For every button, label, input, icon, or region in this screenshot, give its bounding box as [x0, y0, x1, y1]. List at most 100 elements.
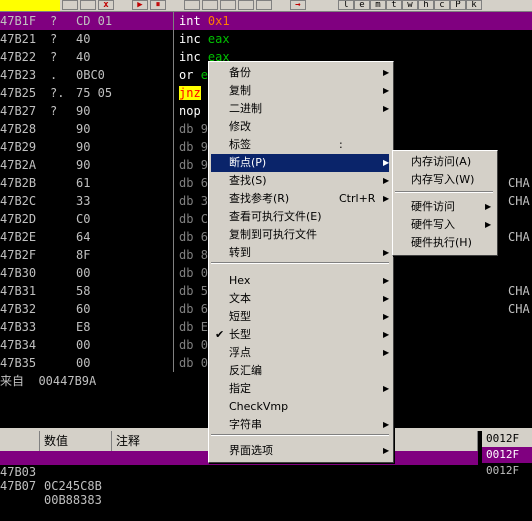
cpu-window-icon[interactable]: c	[434, 0, 450, 10]
menu-item[interactable]: 复制 ▶	[211, 82, 389, 100]
menu-item[interactable]: 转到 ▶	[211, 244, 389, 262]
submenu-item[interactable]: 硬件访问 ▶	[395, 198, 493, 216]
asm-operand: 6	[200, 230, 208, 244]
row-comment: CHA	[508, 302, 530, 316]
close-icon[interactable]: x	[98, 0, 114, 10]
submenu-item-label: 硬件写入	[411, 218, 455, 231]
register-row: 0012F	[482, 431, 532, 447]
step-into-icon[interactable]	[184, 0, 200, 10]
row-hex: 60	[76, 302, 91, 316]
row-hex: C0	[76, 212, 91, 226]
disasm-row[interactable]: 47B21? 40 inc eax	[0, 30, 532, 48]
row-hex: 64	[76, 230, 91, 244]
asm-mnemonic: int	[179, 14, 201, 28]
header-address[interactable]	[0, 431, 40, 451]
row-address: 47B31	[0, 284, 37, 298]
menu-item[interactable]: CheckVmp	[211, 398, 389, 416]
asm-mnemonic: inc	[179, 32, 201, 46]
asm-operand: 8	[200, 248, 208, 262]
submenu-item[interactable]: 硬件写入 ▶	[395, 216, 493, 234]
asm-operand: 3	[200, 194, 208, 208]
run-icon[interactable]: ▶	[132, 0, 148, 10]
stack-row[interactable]: 47B07 00B88383	[0, 465, 478, 507]
column-separator	[173, 210, 174, 228]
threads-window-icon[interactable]: t	[386, 0, 402, 10]
trace-over-icon[interactable]	[238, 0, 254, 10]
register-row: 0012F	[482, 447, 532, 463]
menu-item[interactable]: 备份 ▶	[211, 64, 389, 82]
asm-operand: 9	[200, 122, 208, 136]
asm-operand: 0	[200, 338, 208, 352]
menu-item[interactable]: 字符串 ▶	[211, 416, 389, 434]
row-marker: ?	[50, 14, 58, 28]
register-pane[interactable]: 0012F 0012F 0012F	[482, 431, 532, 479]
menu-item[interactable]: 查找(S) ▶	[211, 172, 389, 190]
menu-item[interactable]: 浮点 ▶	[211, 344, 389, 362]
submenu-item[interactable]: 硬件执行(H)	[395, 234, 493, 252]
menu-item[interactable]: 指定 ▶	[211, 380, 389, 398]
menu-item[interactable]: 复制到可执行文件	[211, 226, 389, 244]
menu-item[interactable]: 文本 ▶	[211, 290, 389, 308]
submenu-item-label: 内存访问(A)	[411, 155, 472, 168]
menu-separator	[211, 262, 389, 264]
row-hex: 58	[76, 284, 91, 298]
submenu-item[interactable]: 内存写入(W)	[395, 171, 493, 189]
menu-item[interactable]: 查找参考(R) Ctrl+R ▶	[211, 190, 389, 208]
trace-into-icon[interactable]	[220, 0, 236, 10]
column-separator	[173, 12, 174, 30]
handles-window-icon[interactable]: h	[418, 0, 434, 10]
pause-icon[interactable]: ⏸	[150, 0, 166, 10]
submenu-arrow-icon: ▶	[383, 276, 390, 285]
step-over-icon[interactable]	[202, 0, 218, 10]
column-separator	[173, 66, 174, 84]
menu-item-shortcut: Ctrl+R	[339, 192, 376, 205]
submenu-arrow-icon: ▶	[383, 348, 390, 357]
header-value[interactable]: 数值	[40, 431, 112, 451]
asm-mnemonic: db	[179, 356, 194, 370]
stack-row-address: 47B07	[0, 479, 37, 493]
row-disassembly: db 6	[179, 174, 208, 192]
row-hex: 8F	[76, 248, 91, 262]
asm-operand: 0	[200, 266, 208, 280]
stack-row-value: 00B88383	[44, 493, 102, 507]
asm-operand: E	[200, 320, 208, 334]
disasm-row[interactable]: 47B1F? CD 01 int 0x1	[0, 12, 532, 30]
menu-item-label: 二进制	[229, 102, 262, 115]
row-hex: 00	[76, 266, 91, 280]
patches-window-icon[interactable]: P	[450, 0, 466, 10]
modules-window-icon[interactable]: e	[354, 0, 370, 10]
rewind-icon[interactable]	[80, 0, 96, 10]
menu-item-label: Hex	[229, 274, 251, 287]
open-icon[interactable]	[62, 0, 78, 10]
go-to-icon[interactable]: →	[290, 0, 306, 10]
row-address: 47B22	[0, 50, 37, 64]
execute-till-return-icon[interactable]	[256, 0, 272, 10]
column-separator	[173, 120, 174, 138]
windows-window-icon[interactable]: w	[402, 0, 418, 10]
row-address: 47B2E	[0, 230, 37, 244]
submenu-arrow-icon: ▶	[485, 202, 492, 211]
menu-item[interactable]: Hex ▶	[211, 272, 389, 290]
row-address: 47B2B	[0, 176, 37, 190]
memory-window-icon[interactable]: m	[370, 0, 386, 10]
menu-item[interactable]: 修改	[211, 118, 389, 136]
menu-item[interactable]: 反汇编	[211, 362, 389, 380]
menu-item[interactable]: 查看可执行文件(E)	[211, 208, 389, 226]
menu-item[interactable]: 标签:	[211, 136, 389, 154]
column-separator	[173, 264, 174, 282]
log-window-icon[interactable]: l	[338, 0, 354, 10]
menu-item[interactable]: 断点(P) ▶	[211, 154, 389, 172]
row-comment: CHA	[508, 176, 530, 190]
call-stack-window-icon[interactable]: k	[466, 0, 482, 10]
row-disassembly: nop	[179, 102, 208, 120]
menu-item[interactable]: 短型 ▶	[211, 308, 389, 326]
submenu-item[interactable]: 内存访问(A)	[395, 153, 493, 171]
menu-item-label: 标签	[229, 138, 251, 151]
asm-mnemonic: inc	[179, 50, 201, 64]
breakpoint-submenu: 内存访问(A) 内存写入(W) 硬件访问 ▶ 硬件写入 ▶ 硬件执行(H)	[392, 150, 498, 256]
menu-item[interactable]: 界面选项 ▶	[211, 442, 389, 460]
row-disassembly: int 0x1	[179, 12, 230, 30]
menu-item[interactable]: 长型 ✔ ▶	[211, 326, 389, 344]
asm-mnemonic: jnz	[179, 86, 201, 100]
menu-item[interactable]: 二进制 ▶	[211, 100, 389, 118]
